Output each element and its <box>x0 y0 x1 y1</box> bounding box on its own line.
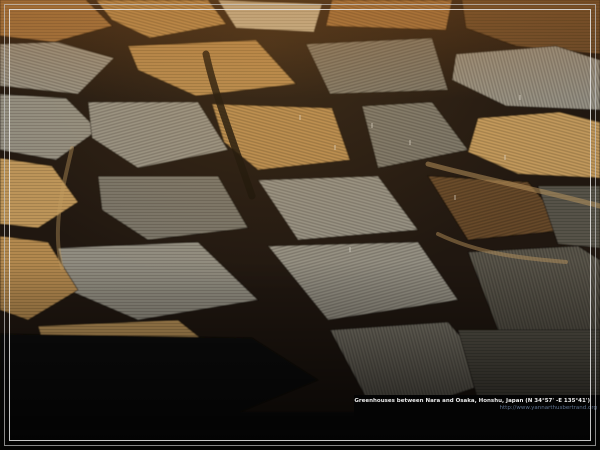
caption-bar: Greenhouses between Nara and Osaka, Hons… <box>354 395 600 416</box>
wallpaper: Greenhouses between Nara and Osaka, Hons… <box>0 0 600 450</box>
photo-light-overlay <box>0 0 600 450</box>
caption-title: Greenhouses between Nara and Osaka, Hons… <box>354 395 600 404</box>
caption-url: http://www.yannarthusbertrand.org <box>354 404 600 411</box>
aerial-photo-greenhouses <box>0 0 600 450</box>
